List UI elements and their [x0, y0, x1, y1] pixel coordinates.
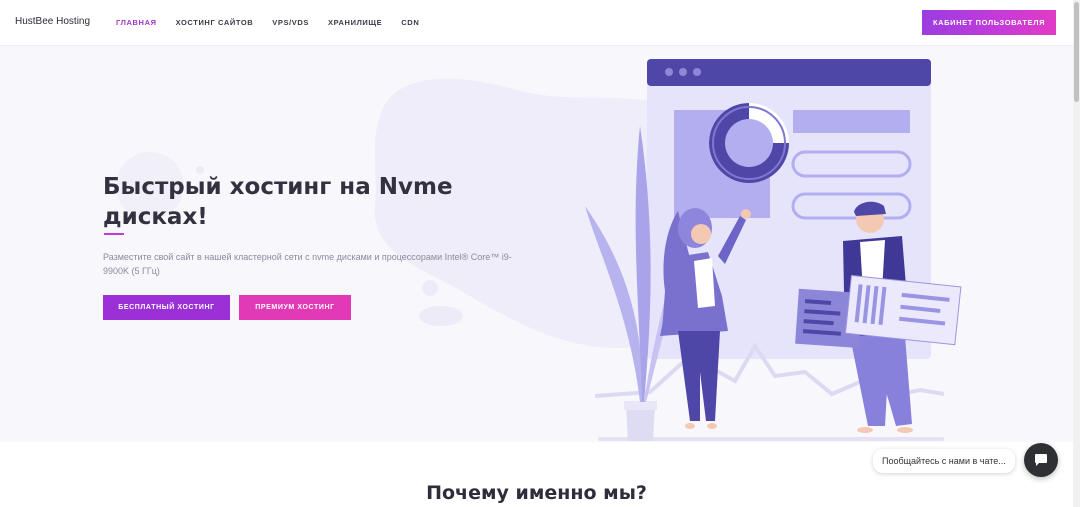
why-us-heading: Почему именно мы?	[426, 482, 647, 504]
hero-divider	[104, 233, 124, 235]
nav-item-storage[interactable]: ХРАНИЛИЩЕ	[328, 18, 382, 27]
page-scrollbar-thumb[interactable]	[1074, 2, 1079, 102]
nav-item-home[interactable]: ГЛАВНАЯ	[116, 18, 157, 27]
nav-item-vps[interactable]: VPS/VDS	[272, 18, 309, 27]
chat-invite-bubble[interactable]: Пообщайтесь с нами в чате...	[873, 449, 1015, 473]
logo[interactable]: HustBee Hosting	[15, 16, 90, 27]
hero-subtitle: Разместите свой сайт в нашей кластерной …	[103, 252, 512, 276]
main-nav: ГЛАВНАЯ ХОСТИНГ САЙТОВ VPS/VDS ХРАНИЛИЩЕ…	[116, 18, 438, 27]
hero-title: Быстрый хостинг на Nvme дисках!	[103, 174, 453, 230]
premium-hosting-button[interactable]: ПРЕМИУМ ХОСТИНГ	[239, 295, 351, 320]
hero-illustration	[585, 59, 962, 441]
hero-section: Быстрый хостинг на Nvme дисках! Размести…	[0, 46, 1073, 442]
free-hosting-button[interactable]: БЕСПЛАТНЫЙ ХОСТИНГ	[103, 295, 230, 320]
user-cabinet-button[interactable]: КАБИНЕТ ПОЛЬЗОВАТЕЛЯ	[922, 10, 1056, 35]
nav-item-cdn[interactable]: CDN	[401, 18, 419, 27]
chat-icon	[1035, 454, 1047, 466]
chat-open-button[interactable]	[1024, 443, 1058, 477]
site-header: HustBee Hosting ГЛАВНАЯ ХОСТИНГ САЙТОВ V…	[0, 0, 1073, 46]
nav-item-hosting[interactable]: ХОСТИНГ САЙТОВ	[176, 18, 254, 27]
